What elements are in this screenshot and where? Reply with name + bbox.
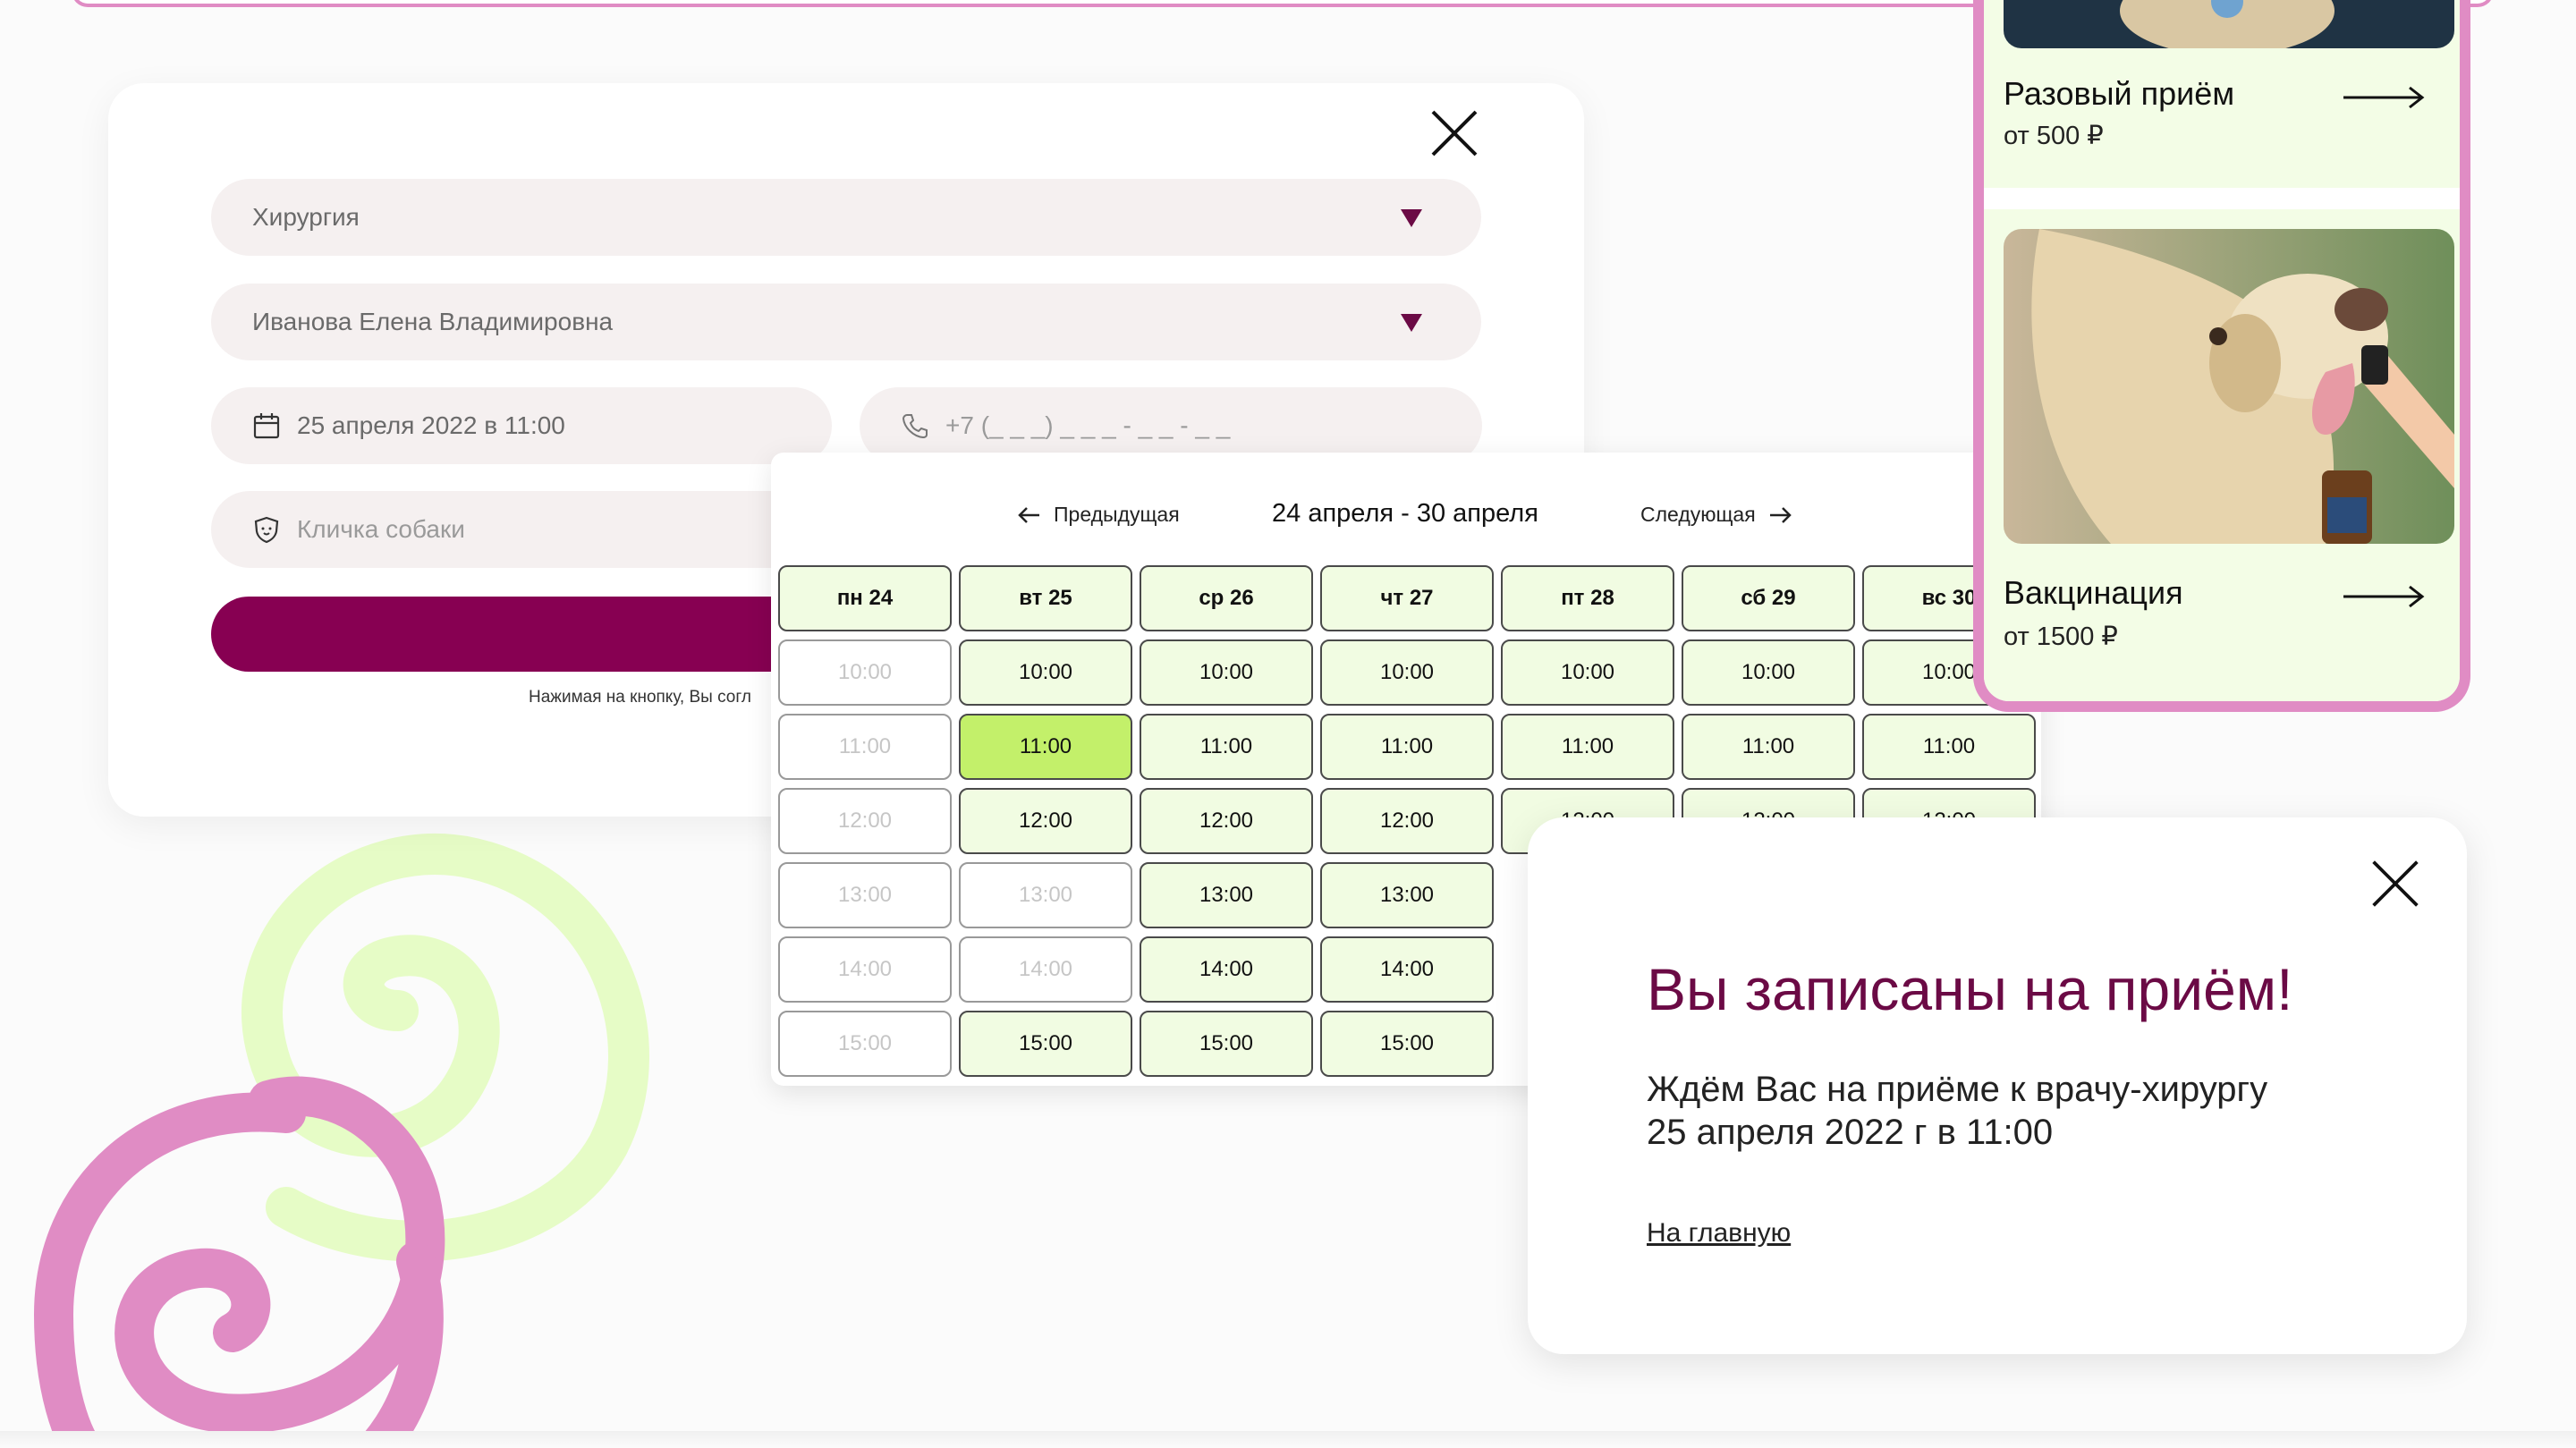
doctor-select[interactable]: Иванова Елена Владимировна bbox=[211, 284, 1481, 360]
specialty-value: Хирургия bbox=[252, 203, 360, 231]
prev-week-label: Предыдущая bbox=[1054, 503, 1180, 526]
time-slot-selected[interactable]: 11:00 bbox=[959, 714, 1132, 780]
page: Хирургия Иванова Елена Владимировна 25 а… bbox=[0, 0, 2576, 1448]
success-dialog: Вы записаны на приём! Ждём Вас на приёме… bbox=[1528, 817, 2467, 1354]
success-message: Ждём Вас на приёме к врачу-хирургу 25 ап… bbox=[1647, 1068, 2267, 1154]
time-slot[interactable]: 11:00 bbox=[1682, 714, 1855, 780]
time-slot[interactable]: 15:00 bbox=[1140, 1011, 1313, 1077]
time-slot[interactable]: 10:00 bbox=[1320, 639, 1494, 706]
service-title: Вакцинация bbox=[2004, 574, 2183, 611]
time-slot[interactable]: 12:00 bbox=[1140, 788, 1313, 854]
chevron-down-icon bbox=[1401, 209, 1422, 227]
services-card: Разовый приём от 500 ₽ Вакцинация от 150… bbox=[1973, 0, 2470, 712]
doctor-value: Иванова Елена Владимировна bbox=[252, 308, 614, 335]
week-range: 24 апреля - 30 апреля bbox=[1272, 499, 1538, 528]
success-close-button[interactable] bbox=[2368, 857, 2426, 914]
service-price: от 1500 ₽ bbox=[2004, 622, 2118, 651]
calendar-day-header: пт 28 bbox=[1501, 565, 1674, 631]
close-icon bbox=[1431, 110, 1478, 157]
time-slot[interactable]: 11:00 bbox=[1320, 714, 1494, 780]
dog-photo-image bbox=[2004, 0, 2454, 48]
dog-name-placeholder: Кличка собаки bbox=[297, 515, 465, 543]
calendar-day-header: ср 26 bbox=[1140, 565, 1313, 631]
arrow-right-icon[interactable] bbox=[2342, 84, 2426, 111]
service-photo bbox=[2004, 0, 2454, 48]
calendar-day-header: сб 29 bbox=[1682, 565, 1855, 631]
calendar-day-header: пн 24 bbox=[778, 565, 952, 631]
time-slot[interactable]: 15:00 bbox=[959, 1011, 1132, 1077]
time-slot: 11:00 bbox=[778, 714, 952, 780]
time-slot[interactable]: 10:00 bbox=[959, 639, 1132, 706]
calendar-day-header: вт 25 bbox=[959, 565, 1132, 631]
time-slot: 13:00 bbox=[959, 862, 1132, 928]
time-slot: 10:00 bbox=[778, 639, 952, 706]
success-title: Вы записаны на приём! bbox=[1647, 956, 2293, 1022]
calendar-icon bbox=[253, 413, 280, 439]
service-item[interactable]: Разовый приём от 500 ₽ bbox=[1984, 0, 2460, 188]
time-slot[interactable]: 13:00 bbox=[1320, 862, 1494, 928]
time-slot[interactable]: 13:00 bbox=[1140, 862, 1313, 928]
arrow-right-icon[interactable] bbox=[2342, 583, 2426, 610]
consent-text: Нажимая на кнопку, Вы согл bbox=[529, 688, 751, 707]
dog-shield-icon bbox=[254, 516, 279, 544]
success-line-1: Ждём Вас на приёме к врачу-хирургу bbox=[1647, 1070, 2268, 1109]
close-icon bbox=[2372, 860, 2419, 907]
calendar-day-header: чт 27 bbox=[1320, 565, 1494, 631]
next-week-button[interactable]: Следующая bbox=[1640, 503, 1793, 527]
time-slot[interactable]: 15:00 bbox=[1320, 1011, 1494, 1077]
time-slot[interactable]: 14:00 bbox=[1320, 936, 1494, 1003]
time-slot[interactable]: 12:00 bbox=[1320, 788, 1494, 854]
service-item[interactable]: Вакцинация от 1500 ₽ bbox=[1984, 209, 2460, 701]
time-slot[interactable]: 10:00 bbox=[1501, 639, 1674, 706]
bottom-edge bbox=[0, 1431, 2576, 1448]
phone-icon bbox=[902, 414, 928, 439]
arrow-left-icon bbox=[1018, 506, 1039, 523]
date-field[interactable]: 25 апреля 2022 в 11:00 bbox=[211, 387, 832, 464]
arrow-right-icon bbox=[1769, 506, 1792, 523]
time-slot: 14:00 bbox=[778, 936, 952, 1003]
specialty-select[interactable]: Хирургия bbox=[211, 179, 1481, 256]
time-slot[interactable]: 10:00 bbox=[1682, 639, 1855, 706]
time-slot: 12:00 bbox=[778, 788, 952, 854]
home-link[interactable]: На главную bbox=[1647, 1218, 1791, 1249]
date-value: 25 апреля 2022 в 11:00 bbox=[297, 411, 565, 439]
time-slot: 13:00 bbox=[778, 862, 952, 928]
time-slot: 14:00 bbox=[959, 936, 1132, 1003]
phone-placeholder: +7 (_ _ _) _ _ _ - _ _ - _ _ bbox=[945, 411, 1231, 439]
time-slot[interactable]: 12:00 bbox=[959, 788, 1132, 854]
time-slot[interactable]: 11:00 bbox=[1862, 714, 2036, 780]
service-photo bbox=[2004, 229, 2454, 544]
chevron-down-icon bbox=[1401, 314, 1422, 332]
success-line-2: 25 апреля 2022 г в 11:00 bbox=[1647, 1113, 2054, 1152]
pink-spiral-decoration bbox=[33, 1076, 445, 1448]
service-price: от 500 ₽ bbox=[2004, 122, 2104, 150]
service-title: Разовый приём bbox=[2004, 75, 2235, 112]
next-week-label: Следующая bbox=[1640, 503, 1756, 526]
dog-vaccination-photo-image bbox=[2004, 229, 2454, 544]
time-slot[interactable]: 11:00 bbox=[1140, 714, 1313, 780]
time-slot[interactable]: 14:00 bbox=[1140, 936, 1313, 1003]
prev-week-button[interactable]: Предыдущая bbox=[1016, 503, 1180, 527]
time-slot[interactable]: 11:00 bbox=[1501, 714, 1674, 780]
booking-close-button[interactable] bbox=[1426, 105, 1483, 162]
time-slot[interactable]: 10:00 bbox=[1140, 639, 1313, 706]
time-slot: 15:00 bbox=[778, 1011, 952, 1077]
